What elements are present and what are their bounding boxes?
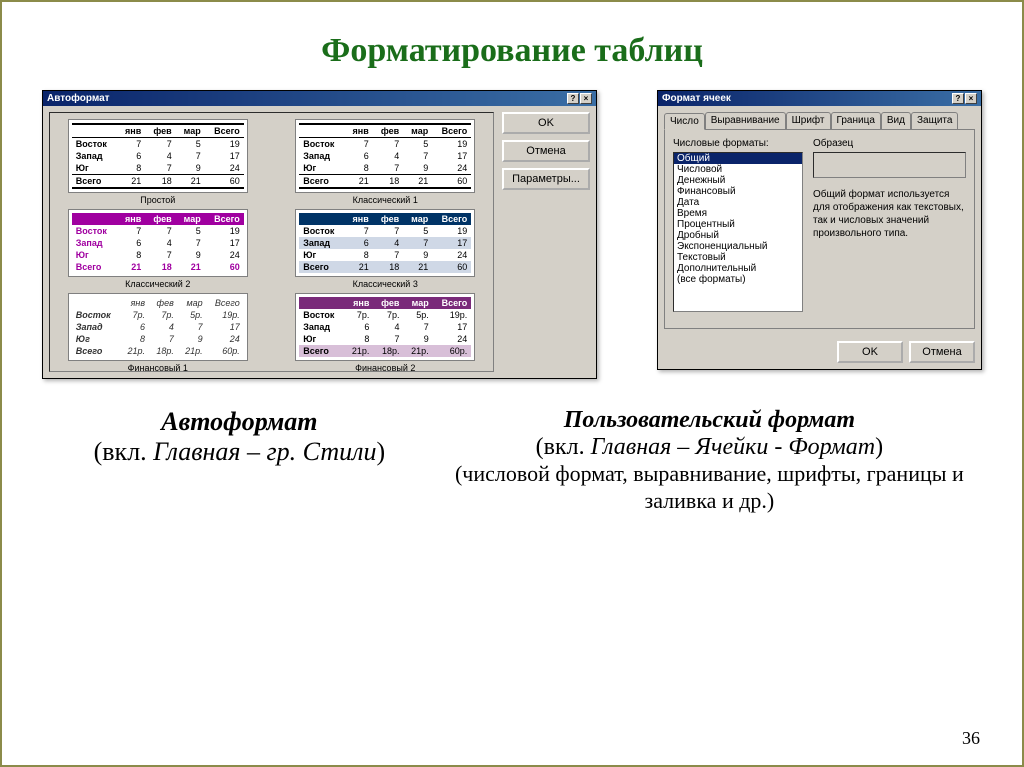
- preview-style-3[interactable]: янвфевмарВсегоВосток77519Запад64717Юг879…: [284, 209, 488, 289]
- help-icon[interactable]: ?: [567, 93, 579, 104]
- tab-0[interactable]: Число: [664, 113, 705, 130]
- autoformat-title: Автоформат: [47, 93, 110, 104]
- ok-button[interactable]: OK: [837, 341, 903, 363]
- preview-style-0[interactable]: янвфевмарВсегоВосток77519Запад64717Юг879…: [56, 119, 260, 205]
- left-caption: Автоформат (вкл. Главная – гр. Стили): [42, 407, 437, 515]
- right-caption: Пользовательский формат (вкл. Главная – …: [437, 407, 982, 515]
- format-item[interactable]: Текстовый: [674, 252, 802, 263]
- right-caption-sub1: (вкл. Главная – Ячейки - Формат): [536, 434, 883, 460]
- format-item[interactable]: Процентный: [674, 219, 802, 230]
- tab-pane-number: Числовые форматы: ОбщийЧисловойДенежныйФ…: [664, 129, 975, 329]
- preview-style-1[interactable]: янвфевмарВсегоВосток77519Запад64717Юг879…: [284, 119, 488, 205]
- format-item[interactable]: Денежный: [674, 175, 802, 186]
- preview-style-4[interactable]: янвфевмарВсегоВосток7р.7р.5р.19р.Запад64…: [56, 293, 260, 372]
- format-item[interactable]: Числовой: [674, 164, 802, 175]
- format-cells-titlebar: Формат ячеек ? ×: [658, 91, 981, 106]
- tab-2[interactable]: Шрифт: [786, 112, 831, 129]
- captions-row: Автоформат (вкл. Главная – гр. Стили) По…: [42, 407, 982, 515]
- format-item[interactable]: Дата: [674, 197, 802, 208]
- format-cells-title: Формат ячеек: [662, 93, 731, 104]
- dialogs-row: Автоформат ? × янвфевмарВсегоВосток77519…: [42, 90, 982, 379]
- help-icon[interactable]: ?: [952, 93, 964, 104]
- slide-title: Форматирование таблиц: [42, 32, 982, 70]
- format-hint: Общий формат используется для отображени…: [813, 188, 966, 240]
- format-item[interactable]: Финансовый: [674, 186, 802, 197]
- format-item[interactable]: (все форматы): [674, 274, 802, 285]
- tab-5[interactable]: Защита: [911, 112, 958, 129]
- sample-preview: [813, 152, 966, 178]
- cancel-button[interactable]: Отмена: [909, 341, 975, 363]
- page-number: 36: [962, 728, 980, 749]
- format-item[interactable]: Экспоненциальный: [674, 241, 802, 252]
- preview-style-5[interactable]: янвфевмарВсегоВосток7р.7р.5р.19р.Запад64…: [284, 293, 488, 372]
- format-item[interactable]: Время: [674, 208, 802, 219]
- number-format-listbox[interactable]: ОбщийЧисловойДенежныйФинансовыйДатаВремя…: [673, 152, 803, 312]
- format-cells-dialog: Формат ячеек ? × ЧислоВыравниваниеШрифтГ…: [657, 90, 982, 370]
- left-caption-sub: (вкл. Главная – гр. Стили): [94, 437, 386, 466]
- format-item[interactable]: Общий: [674, 153, 802, 164]
- autoformat-titlebar: Автоформат ? ×: [43, 91, 596, 106]
- tab-4[interactable]: Вид: [881, 112, 911, 129]
- preview-grid[interactable]: янвфевмарВсегоВосток77519Запад64717Юг879…: [49, 112, 494, 372]
- options-button[interactable]: Параметры...: [502, 168, 590, 190]
- tab-3[interactable]: Граница: [831, 112, 881, 129]
- close-icon[interactable]: ×: [580, 93, 592, 104]
- close-icon[interactable]: ×: [965, 93, 977, 104]
- cancel-button[interactable]: Отмена: [502, 140, 590, 162]
- format-item[interactable]: Дополнительный: [674, 263, 802, 274]
- ok-button[interactable]: OK: [502, 112, 590, 134]
- tabs-row: ЧислоВыравниваниеШрифтГраницаВидЗащита: [664, 112, 975, 129]
- formats-label: Числовые форматы:: [673, 138, 803, 149]
- autoformat-dialog: Автоформат ? × янвфевмарВсегоВосток77519…: [42, 90, 597, 379]
- right-caption-sub2: (числовой формат, выравнивание, шрифты, …: [455, 461, 964, 513]
- left-caption-title: Автоформат: [161, 407, 317, 436]
- right-caption-title: Пользовательский формат: [564, 407, 855, 433]
- sample-label: Образец: [813, 138, 966, 149]
- format-item[interactable]: Дробный: [674, 230, 802, 241]
- preview-style-2[interactable]: янвфевмарВсегоВосток77519Запад64717Юг879…: [56, 209, 260, 289]
- tab-1[interactable]: Выравнивание: [705, 112, 786, 129]
